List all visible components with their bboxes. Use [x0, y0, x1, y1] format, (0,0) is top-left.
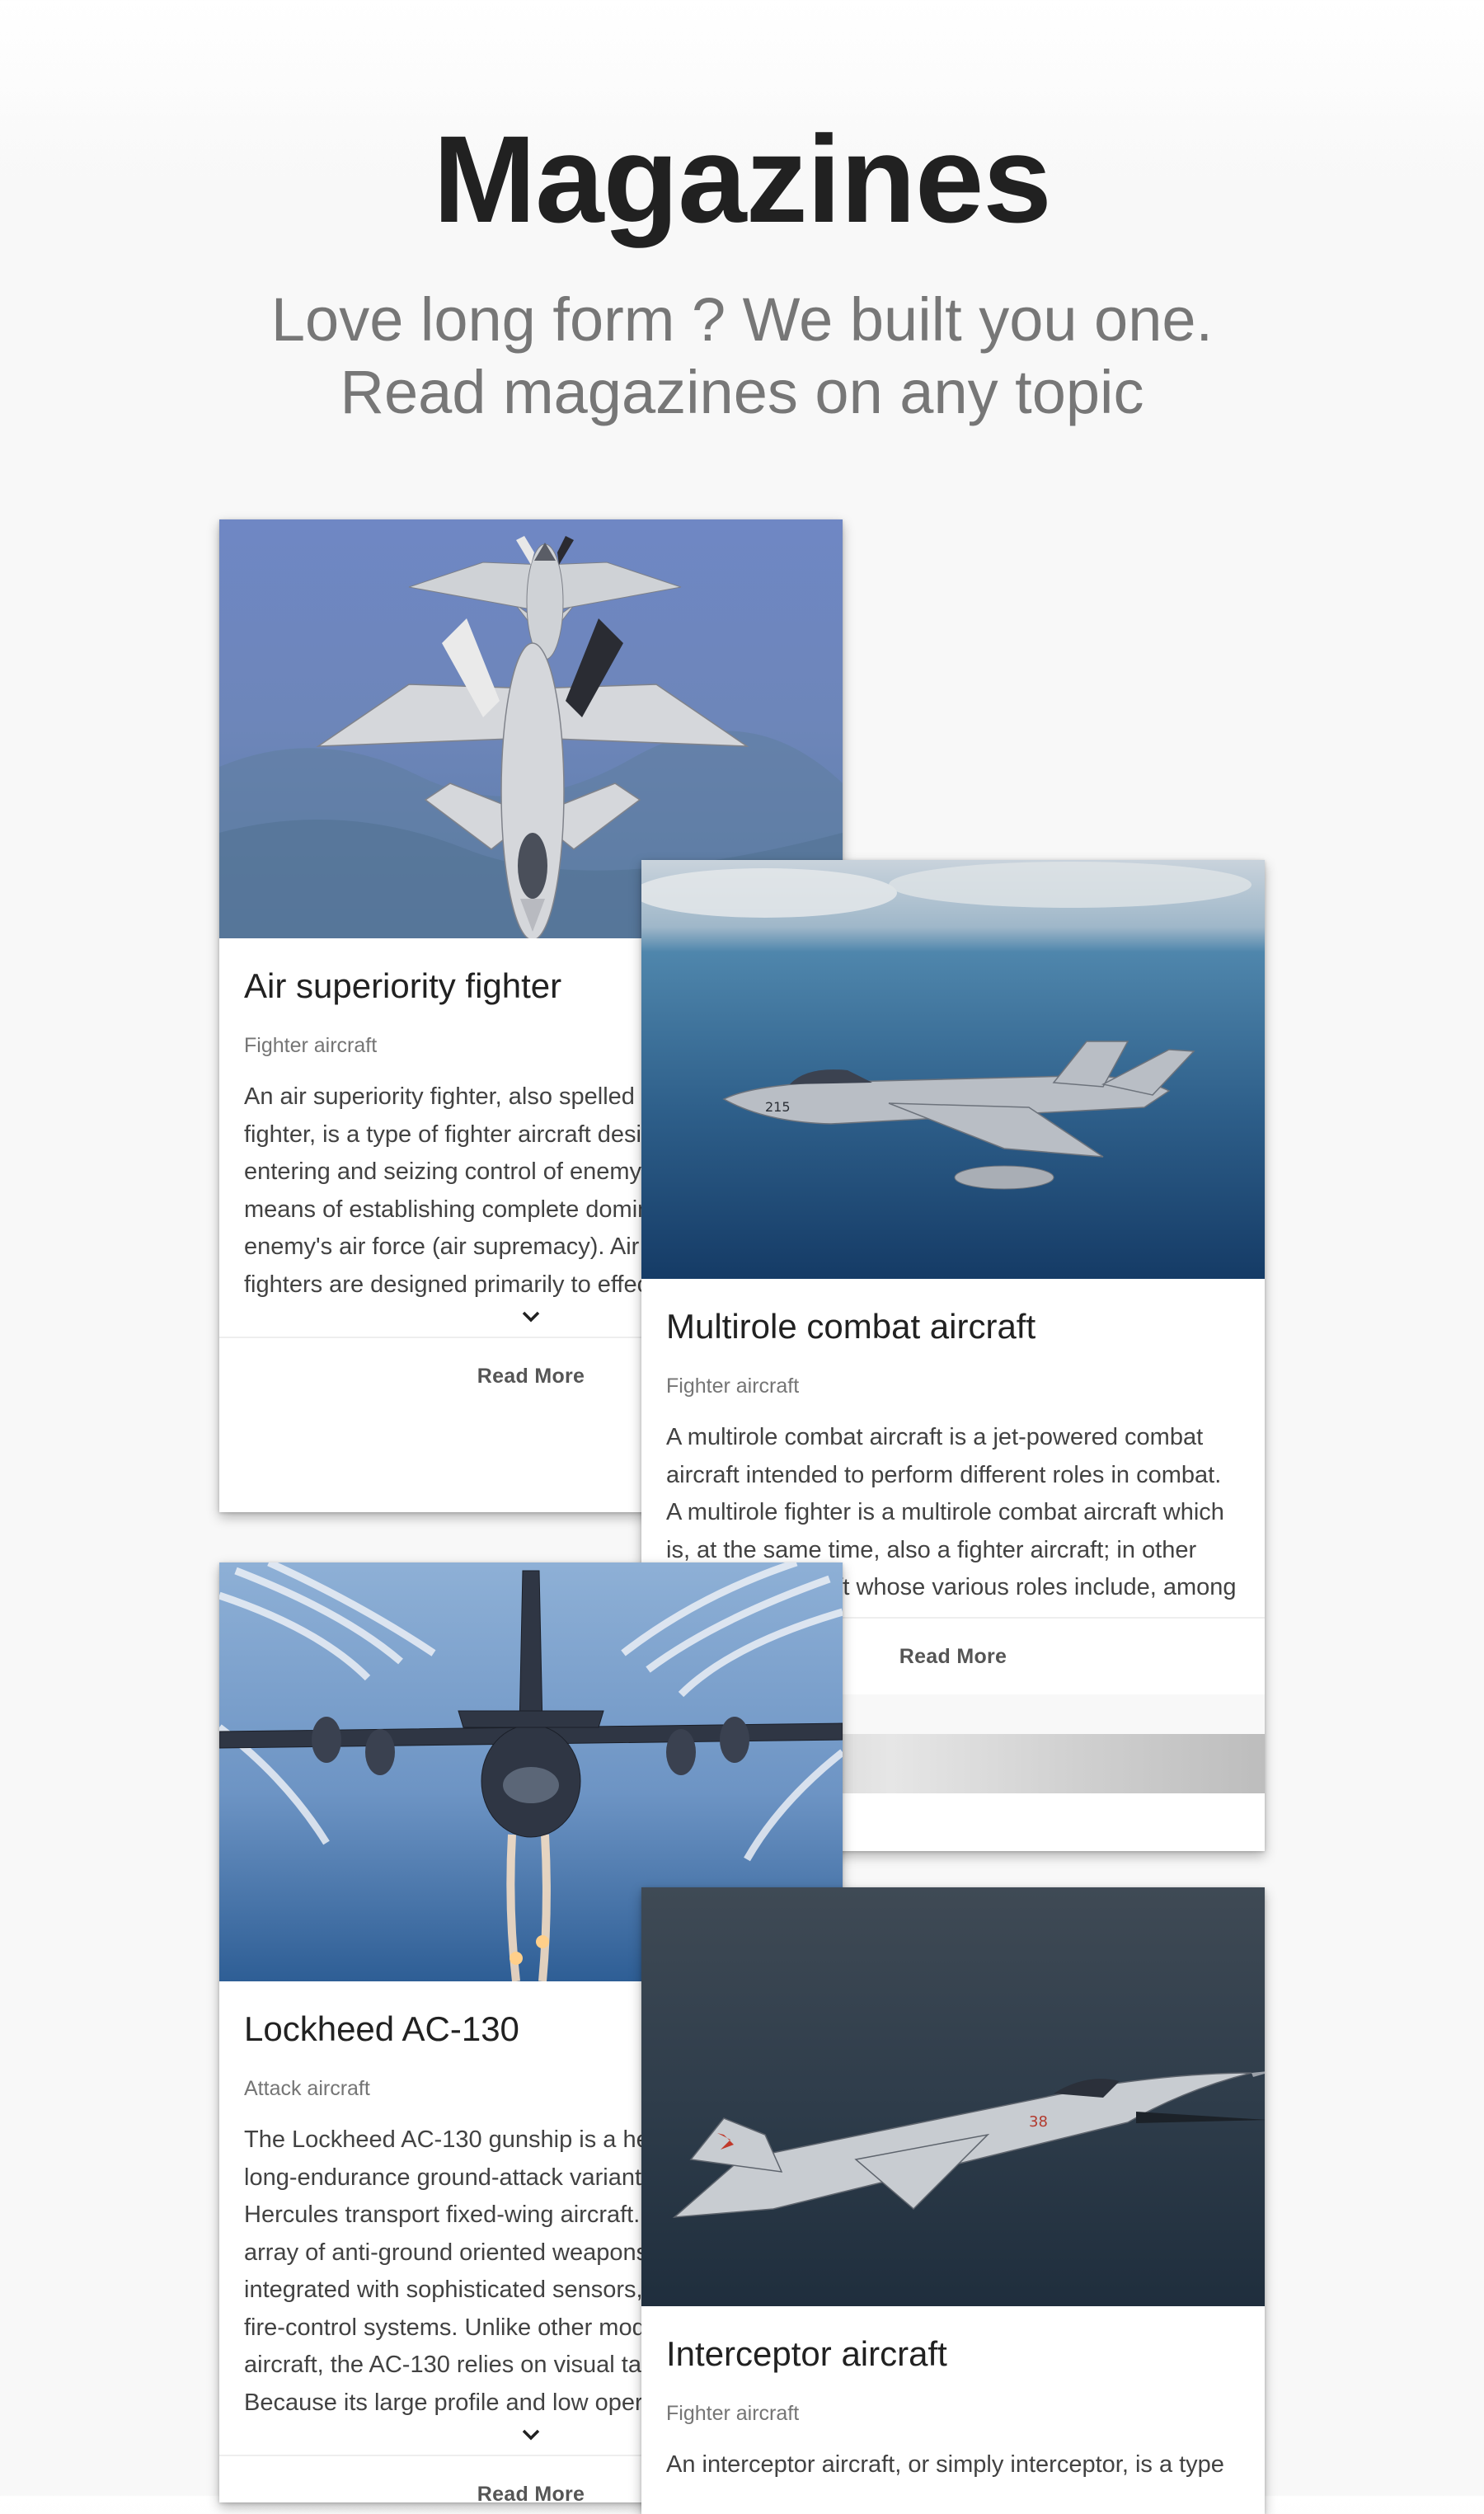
subtitle-line-2: Read magazines on any topic	[340, 358, 1144, 426]
page-subtitle: Love long form ? We built you one. Read …	[0, 284, 1484, 429]
card-title[interactable]: Multirole combat aircraft	[666, 1305, 1240, 1348]
card-body: An interceptor aircraft, or simply inter…	[666, 2451, 1224, 2478]
page-title: Magazines	[433, 110, 1052, 248]
card-title[interactable]: Interceptor aircraft	[666, 2333, 1240, 2375]
svg-text:38: 38	[1029, 2113, 1048, 2131]
card-image-interceptor[interactable]: 38	[641, 1887, 1265, 2306]
magazine-card-interceptor: 38 Interceptor aircraft Fighter aircraft…	[641, 1887, 1265, 2514]
subtitle-line-1: Love long form ? We built you one.	[270, 285, 1214, 354]
card-category: Fighter aircraft	[666, 1374, 800, 1398]
card-image-multirole[interactable]: 215	[641, 860, 1265, 1279]
svg-text:215: 215	[765, 1099, 791, 1115]
card-category: Fighter aircraft	[666, 2402, 800, 2425]
